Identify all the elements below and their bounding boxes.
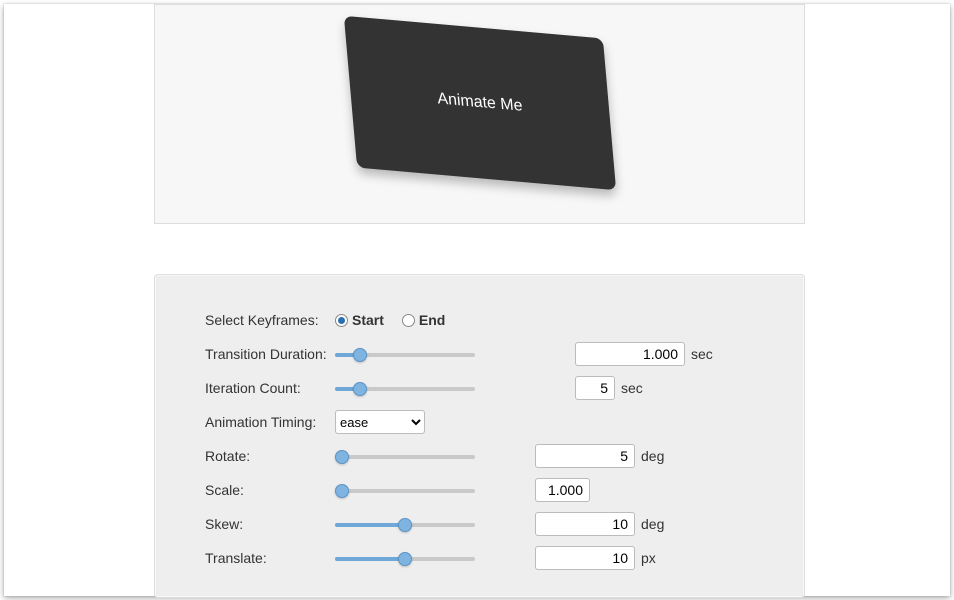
iteration-slider[interactable] (335, 381, 475, 395)
timing-row: Animation Timing: ease (205, 407, 754, 437)
timing-label: Animation Timing: (205, 414, 335, 430)
iteration-label: Iteration Count: (205, 380, 335, 396)
translate-row: Translate: px (205, 543, 754, 573)
keyframe-start-label: Start (352, 312, 384, 328)
translate-label: Translate: (205, 550, 335, 566)
scale-input[interactable] (535, 478, 590, 502)
rotate-label: Rotate: (205, 448, 335, 464)
timing-select[interactable]: ease (335, 410, 425, 434)
skew-input[interactable] (535, 512, 635, 536)
skew-unit: deg (641, 516, 664, 532)
preview-box-text: Animate Me (436, 90, 523, 116)
animate-preview-box: Animate Me (343, 16, 615, 190)
duration-slider[interactable] (335, 347, 475, 361)
skew-slider[interactable] (335, 517, 475, 531)
keyframe-start-option[interactable]: Start (335, 312, 384, 328)
rotate-slider[interactable] (335, 449, 475, 463)
scale-label: Scale: (205, 482, 335, 498)
translate-input[interactable] (535, 546, 635, 570)
keyframe-end-radio[interactable] (402, 314, 415, 327)
app-window: Animate Me Select Keyframes: Start End (4, 4, 950, 596)
keyframes-label: Select Keyframes: (205, 312, 335, 328)
iteration-input[interactable] (575, 376, 615, 400)
skew-row: Skew: deg (205, 509, 754, 539)
keyframes-row: Select Keyframes: Start End (205, 305, 754, 335)
keyframe-start-radio[interactable] (335, 314, 348, 327)
keyframe-end-option[interactable]: End (402, 312, 445, 328)
keyframe-end-label: End (419, 312, 445, 328)
scale-row: Scale: (205, 475, 754, 505)
scale-slider[interactable] (335, 483, 475, 497)
rotate-unit: deg (641, 448, 664, 464)
iteration-unit: sec (621, 380, 643, 396)
keyframes-options: Start End (335, 312, 445, 328)
translate-slider[interactable] (335, 551, 475, 565)
controls-panel: Select Keyframes: Start End Transition D… (154, 274, 805, 598)
skew-label: Skew: (205, 516, 335, 532)
preview-panel: Animate Me (154, 4, 805, 224)
rotate-row: Rotate: deg (205, 441, 754, 471)
iteration-row: Iteration Count: sec (205, 373, 754, 403)
rotate-input[interactable] (535, 444, 635, 468)
translate-unit: px (641, 550, 656, 566)
duration-row: Transition Duration: sec (205, 339, 754, 369)
duration-label: Transition Duration: (205, 346, 335, 362)
duration-unit: sec (691, 346, 713, 362)
duration-input[interactable] (575, 342, 685, 366)
